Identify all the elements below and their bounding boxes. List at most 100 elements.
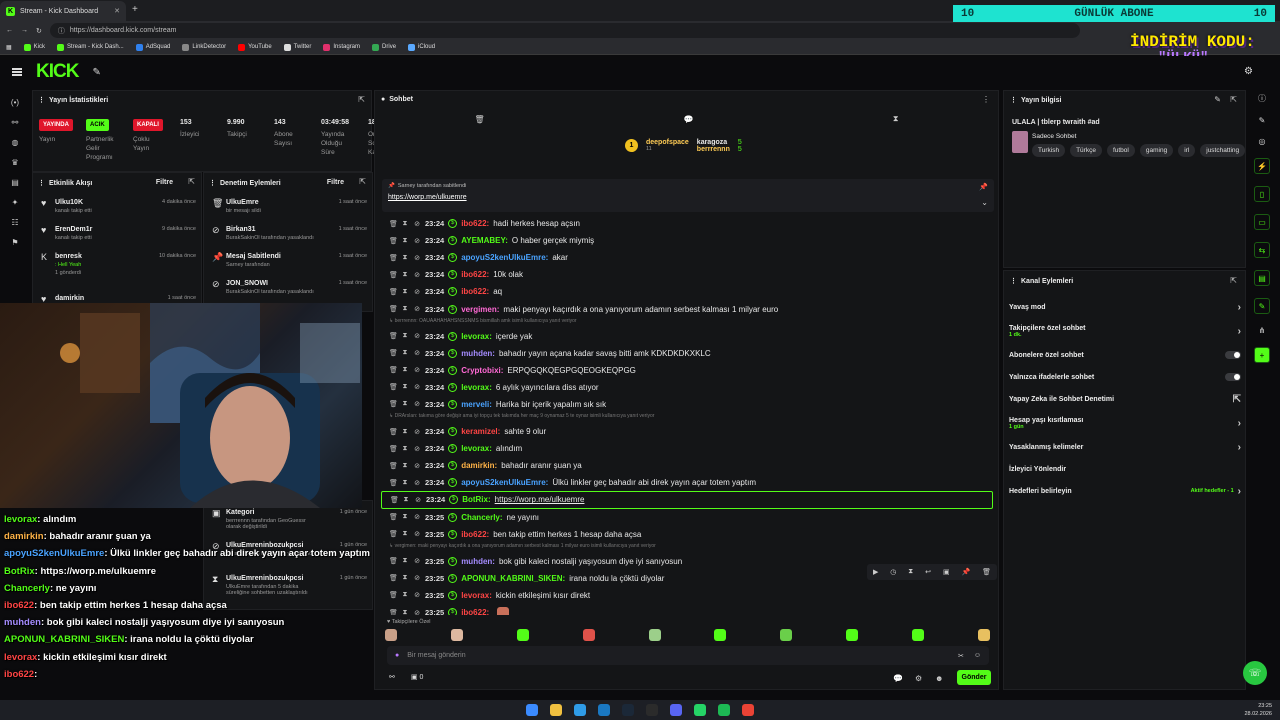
message-username[interactable]: Chancerly: <box>461 513 502 522</box>
ban-icon[interactable]: ⊘ <box>413 271 421 279</box>
terminal-icon[interactable] <box>646 704 658 716</box>
activity-filter-button[interactable]: Filtre <box>156 179 173 186</box>
ban-icon[interactable]: ⊘ <box>414 496 422 504</box>
timeout-icon[interactable]: ⧗ <box>401 366 409 374</box>
ban-icon[interactable]: ⊘ <box>413 530 421 538</box>
delete-message-icon[interactable]: 🗑 <box>389 428 398 436</box>
message-username[interactable]: damirkin: <box>461 461 497 470</box>
activity-popout-icon[interactable]: ⇱ <box>188 177 195 186</box>
ban-icon[interactable]: ⊘ <box>413 237 421 245</box>
timeout-icon[interactable]: ⧗ <box>401 237 409 245</box>
add-action-button[interactable]: + <box>1254 347 1270 363</box>
moderation-user[interactable]: UlkuEmre <box>226 199 261 206</box>
back-icon[interactable]: ← <box>6 27 13 34</box>
stream-tag[interactable]: futbol <box>1106 144 1135 157</box>
timeout-icon[interactable]: ⧗ <box>401 254 409 262</box>
chat-message[interactable]: 🗑 ⧗ ⊘ 23:24 $ apoyuS2kenUlkuEmre: akar <box>381 249 993 266</box>
delete-message-icon[interactable]: 🗑 <box>389 237 398 245</box>
clip-button[interactable]: ▯ <box>1254 186 1270 202</box>
delete-message-icon[interactable]: 🗑 <box>389 462 398 470</box>
chat-message[interactable]: 🗑 ⧗ ⊘ 23:25 $ ibo622: ben takip ettim herkes 1… <box>381 526 993 543</box>
emote-icon[interactable] <box>516 629 529 641</box>
ban-icon[interactable]: ⊘ <box>413 366 421 374</box>
message-username[interactable]: ibo622: <box>461 530 489 539</box>
chat-tab-bubble-icon[interactable]: 💬 <box>684 115 694 124</box>
popout-icon[interactable]: ⇱ <box>358 95 365 104</box>
message-username[interactable]: ibo622: <box>461 608 489 615</box>
copy-icon[interactable]: ▣ <box>943 568 950 576</box>
ban-icon[interactable]: ⊘ <box>413 609 421 615</box>
ban-icon[interactable]: ⊘ <box>413 383 421 391</box>
apps-icon[interactable]: ▦ <box>6 44 12 51</box>
globe-icon[interactable]: ◍ <box>12 138 19 147</box>
moderation-user[interactable]: JON_SNOWI <box>226 280 314 287</box>
toggle-switch[interactable] <box>1225 373 1241 381</box>
discord-icon[interactable] <box>670 704 682 716</box>
pin-tool-icon[interactable]: ✎ <box>92 67 100 78</box>
whatsapp-icon[interactable] <box>694 704 706 716</box>
delete-message-icon[interactable]: 🗑 <box>389 513 398 521</box>
delete-message-icon[interactable]: 🗑 <box>389 220 398 228</box>
clock[interactable]: 23:25 28.02.2026 <box>1244 702 1272 718</box>
emote-icon[interactable] <box>780 629 793 641</box>
pin-message-icon[interactable]: 📌 <box>961 568 970 576</box>
clock-icon[interactable]: ◷ <box>890 568 896 576</box>
split-button[interactable]: ⇆ <box>1254 242 1270 258</box>
link-chain-icon[interactable]: ⚯ <box>389 673 395 681</box>
delete-message-icon[interactable]: 🗑 <box>389 400 398 408</box>
chat-message[interactable]: 🗑 ⧗ ⊘ 23:25 $ levorax: kickin etkileşimi kısır… <box>381 587 993 604</box>
activity-user[interactable]: damirkin <box>55 295 84 302</box>
kick-logo[interactable]: KICK <box>36 61 79 83</box>
delete-message-icon[interactable]: 🗑 <box>389 591 398 599</box>
chevron-right-icon[interactable]: › <box>1238 486 1241 497</box>
channel-action-row[interactable]: Yasaklanmış kelimeler › <box>1009 436 1241 458</box>
chat-tab-trash-icon[interactable]: 🗑 <box>475 115 485 124</box>
link-icon[interactable]: ⚯ <box>12 118 19 127</box>
ban-icon[interactable]: ⊘ <box>413 462 421 470</box>
send-button[interactable]: Gönder <box>957 670 991 685</box>
chat-message[interactable]: 🗑 ⧗ ⊘ 23:24 $ BotRix: https://worp.me/ulkuemre <box>381 491 993 509</box>
delete-message-icon[interactable]: 🗑 <box>389 366 398 374</box>
message-username[interactable]: ibo622: <box>461 270 489 279</box>
delete-message-icon[interactable]: 🗑 <box>389 609 398 615</box>
emoji-icon[interactable]: ☺ <box>974 652 981 659</box>
ban-icon[interactable]: ⊘ <box>413 305 421 313</box>
activity-user[interactable]: benresk <box>55 253 82 260</box>
menu-icon[interactable] <box>12 68 22 76</box>
share-icon[interactable]: ⋔ <box>1259 326 1266 335</box>
moderation-popout-icon[interactable]: ⇱ <box>359 177 366 186</box>
message-username[interactable]: ibo622: <box>461 219 489 228</box>
tools-icon[interactable]: ✦ <box>12 198 19 207</box>
gifter-name[interactable]: berrrennn <box>697 146 730 153</box>
activity-user[interactable]: Ulku10K <box>55 199 92 206</box>
timeout-icon[interactable]: ⧗ <box>401 305 409 313</box>
windows-start-icon[interactable] <box>526 704 538 716</box>
delete-message-icon[interactable]: 🗑 <box>389 557 398 565</box>
chevron-right-icon[interactable]: › <box>1238 302 1241 313</box>
chat-message[interactable]: 🗑 ⧗ ⊘ 23:24 $ levorax: alındım <box>381 440 993 457</box>
emote-icon[interactable] <box>385 629 397 641</box>
browser-tab[interactable]: K Stream - Kick Dashboard ✕ <box>0 1 126 21</box>
timeout-icon[interactable]: ⧗ <box>401 349 409 357</box>
channel-action-row[interactable]: Yapay Zeka ile Sohbet Denetimi ⇱ <box>1009 388 1241 410</box>
chat-input[interactable]: ● Bir mesaj gönderin ✂ ☺ <box>387 646 989 665</box>
timeout-icon[interactable]: ⧗ <box>401 400 409 408</box>
timeout-icon[interactable]: ⧗ <box>401 462 409 470</box>
message-username[interactable]: muhden: <box>461 557 495 566</box>
timeout-icon[interactable]: ⧗ <box>401 530 409 538</box>
chat-message[interactable]: 🗑 ⧗ ⊘ 23:24 $ ibo622: 10k olak <box>381 266 993 283</box>
emote-icon[interactable] <box>912 629 924 641</box>
tab-close-icon[interactable]: ✕ <box>114 7 120 15</box>
delete-icon[interactable]: 🗑 <box>982 568 991 576</box>
emote-icon[interactable] <box>582 629 595 641</box>
delete-message-icon[interactable]: 🗑 <box>389 479 398 487</box>
reload-icon[interactable]: ↻ <box>36 27 42 35</box>
message-username[interactable]: keramizel: <box>461 427 500 436</box>
moderation-filter-button[interactable]: Filtre <box>327 179 344 186</box>
ban-icon[interactable]: ⊘ <box>413 332 421 340</box>
site-info-icon[interactable]: ⓘ <box>58 26 65 36</box>
message-username[interactable]: apoyuS2kenUlkuEmre: <box>461 478 548 487</box>
ban-icon[interactable]: ⊘ <box>413 513 421 521</box>
timeout-icon[interactable]: ⧗ <box>401 574 409 582</box>
stream-tag[interactable]: irl <box>1178 144 1196 157</box>
